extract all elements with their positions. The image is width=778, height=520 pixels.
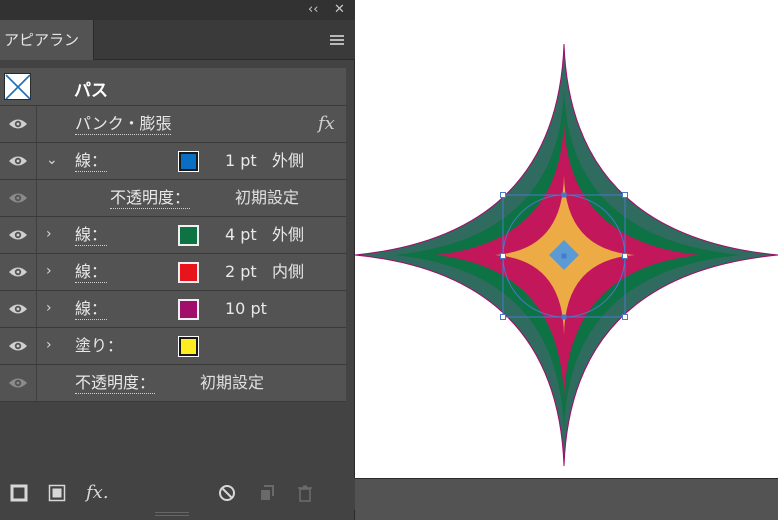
panel-tab-row: アピアランス — [0, 20, 355, 89]
fill-row[interactable]: › 塗り： — [0, 328, 346, 365]
stroke-weight: 4 pt — [225, 225, 257, 244]
eye-icon[interactable] — [8, 228, 28, 242]
stroke-label-link[interactable]: 線： — [75, 299, 108, 320]
stroke-position: 外側 — [272, 151, 305, 170]
path-thumbnail — [4, 73, 31, 100]
add-effect-icon[interactable]: fx. — [86, 482, 109, 503]
effect-row[interactable]: パンク・膨張 fx — [0, 106, 346, 143]
object-opacity-row[interactable]: 不透明度： 初期設定 — [0, 365, 346, 402]
panel-title-bar: ‹‹ ✕ — [0, 0, 355, 20]
stroke-weight: 1 pt — [225, 151, 257, 170]
panel-resize-grip[interactable] — [155, 512, 189, 516]
tab-appearance[interactable]: アピアランス — [0, 20, 94, 89]
stroke-color-swatch[interactable] — [178, 225, 199, 246]
stroke-label-link[interactable]: 線： — [75, 225, 108, 246]
stroke-opacity-row[interactable]: 不透明度： 初期設定 — [0, 180, 346, 217]
chevron-right-icon[interactable]: › — [46, 300, 52, 316]
stroke-color-swatch[interactable] — [178, 262, 199, 283]
object-title-row[interactable]: パス — [0, 68, 346, 106]
swatch-fill — [180, 301, 197, 318]
eye-icon[interactable] — [8, 265, 28, 279]
no-fill-icon — [5, 74, 31, 100]
stroke-row-3[interactable]: › 線： 2 pt 内側 — [0, 254, 346, 291]
stroke-position: 外側 — [272, 225, 305, 244]
appearance-list: パス パンク・膨張 fx ⌄ 線： 1 pt 外側 不透明度： 初期設定 › 線… — [0, 68, 346, 402]
stroke-row-2[interactable]: › 線： 4 pt 外側 — [0, 217, 346, 254]
stroke-color-swatch[interactable] — [178, 299, 199, 320]
stroke-weight: 10 pt — [225, 299, 267, 318]
eye-icon[interactable] — [8, 191, 28, 205]
fx-icon[interactable]: fx — [318, 113, 335, 134]
clear-appearance-icon[interactable] — [218, 484, 236, 502]
pasteboard — [355, 478, 778, 520]
close-panel-button[interactable]: ✕ — [334, 1, 345, 19]
eye-icon[interactable] — [8, 302, 28, 316]
app-root: ‹‹ ✕ アピアランス パス — [0, 0, 778, 520]
eye-icon[interactable] — [8, 339, 28, 353]
delete-item-icon[interactable] — [296, 484, 314, 502]
opacity-label-link[interactable]: 不透明度： — [75, 373, 156, 394]
stroke-row-4[interactable]: › 線： 10 pt — [0, 291, 346, 328]
add-stroke-icon[interactable] — [10, 484, 28, 502]
panel-bottom-toolbar: fx. — [0, 478, 355, 510]
stroke-weight: 2 pt — [225, 262, 257, 281]
eye-icon[interactable] — [8, 154, 28, 168]
fill-color-swatch[interactable] — [178, 336, 199, 357]
chevron-right-icon[interactable]: › — [46, 226, 52, 242]
hamburger-menu-icon[interactable] — [330, 35, 344, 46]
stroke-row-1[interactable]: ⌄ 線： 1 pt 外側 — [0, 143, 346, 180]
swatch-fill — [180, 264, 197, 281]
add-fill-icon[interactable] — [48, 484, 66, 502]
star-artwork[interactable] — [354, 0, 778, 478]
stroke-color-swatch[interactable] — [178, 151, 199, 172]
effect-label-link[interactable]: パンク・膨張 — [75, 114, 172, 135]
chevron-down-icon[interactable]: ⌄ — [46, 152, 58, 168]
chevron-right-icon[interactable]: › — [46, 263, 52, 279]
swatch-fill — [181, 154, 196, 169]
stroke-label-link[interactable]: 線： — [75, 151, 108, 172]
stroke-label-link[interactable]: 線： — [75, 262, 108, 283]
eye-icon[interactable] — [8, 117, 28, 131]
object-title: パス — [74, 81, 108, 101]
opacity-value: 初期設定 — [235, 188, 300, 207]
eye-icon[interactable] — [8, 376, 28, 390]
swatch-fill — [181, 339, 196, 354]
artboard-canvas[interactable] — [354, 0, 778, 478]
fill-label: 塗り： — [75, 336, 124, 355]
appearance-panel: ‹‹ ✕ アピアランス パス — [0, 0, 355, 520]
opacity-value: 初期設定 — [200, 373, 265, 392]
swatch-fill — [180, 227, 197, 244]
duplicate-item-icon[interactable] — [258, 484, 276, 502]
collapse-panel-button[interactable]: ‹‹ — [308, 1, 318, 19]
stroke-position: 内側 — [272, 262, 305, 281]
chevron-right-icon[interactable]: › — [46, 337, 52, 353]
opacity-label-link[interactable]: 不透明度： — [110, 188, 191, 209]
